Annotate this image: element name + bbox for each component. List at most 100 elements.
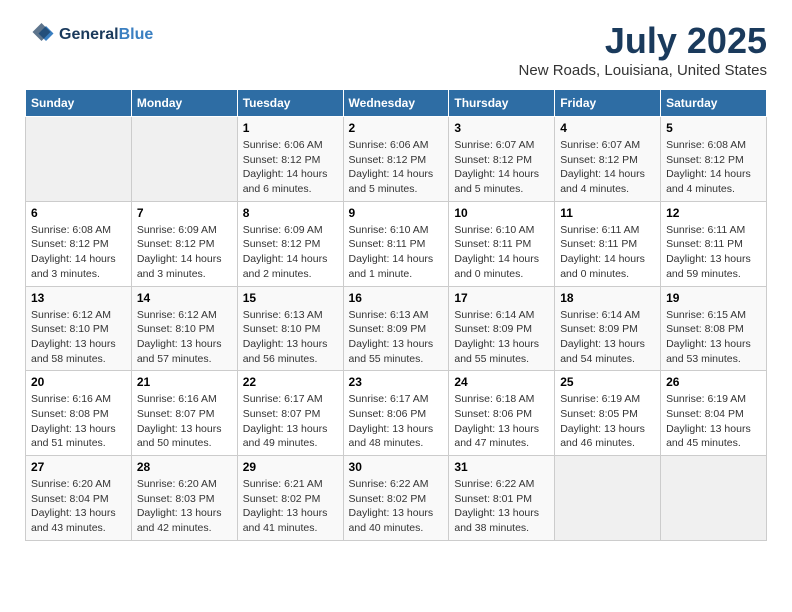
day-cell: 25 Sunrise: 6:19 AMSunset: 8:05 PMDayligh… bbox=[555, 371, 661, 456]
header-cell-monday: Monday bbox=[131, 90, 237, 117]
header-cell-tuesday: Tuesday bbox=[237, 90, 343, 117]
calendar-body: 1 Sunrise: 6:06 AMSunset: 8:12 PMDaylight… bbox=[26, 117, 767, 541]
day-number: 2 bbox=[349, 121, 444, 135]
day-number: 21 bbox=[137, 375, 232, 389]
day-number: 1 bbox=[243, 121, 338, 135]
day-number: 12 bbox=[666, 206, 761, 220]
day-cell bbox=[131, 117, 237, 202]
day-cell: 22Sunrise: 6:17 AMSunset: 8:07 PMDayligh… bbox=[237, 371, 343, 456]
day-cell: 17 Sunrise: 6:14 AMSunset: 8:09 PMDayligh… bbox=[449, 286, 555, 371]
day-cell bbox=[661, 456, 767, 541]
day-cell: 31 Sunrise: 6:22 AMSunset: 8:01 PMDayligh… bbox=[449, 456, 555, 541]
logo-icon bbox=[25, 20, 55, 50]
day-info: Sunrise: 6:09 AMSunset: 8:12 PMDaylight:… bbox=[243, 223, 338, 282]
day-info: Sunrise: 6:15 AMSunset: 8:08 PMDaylight:… bbox=[666, 308, 761, 367]
day-cell: 3 Sunrise: 6:07 AMSunset: 8:12 PMDaylight… bbox=[449, 117, 555, 202]
day-number: 8 bbox=[243, 206, 338, 220]
day-number: 19 bbox=[666, 291, 761, 305]
month-title: July 2025 bbox=[519, 20, 767, 62]
day-number: 17 bbox=[454, 291, 549, 305]
day-info: Sunrise: 6:20 AMSunset: 8:03 PMDaylight:… bbox=[137, 477, 232, 536]
day-cell: 29 Sunrise: 6:21 AMSunset: 8:02 PMDayligh… bbox=[237, 456, 343, 541]
calendar-header: SundayMondayTuesdayWednesdayThursdayFrid… bbox=[26, 90, 767, 117]
day-number: 26 bbox=[666, 375, 761, 389]
week-row-4: 20 Sunrise: 6:16 AMSunset: 8:08 PMDayligh… bbox=[26, 371, 767, 456]
day-info: Sunrise: 6:06 AMSunset: 8:12 PMDaylight:… bbox=[349, 138, 444, 197]
day-number: 14 bbox=[137, 291, 232, 305]
day-cell bbox=[26, 117, 132, 202]
day-info: Sunrise: 6:06 AMSunset: 8:12 PMDaylight:… bbox=[243, 138, 338, 197]
day-number: 30 bbox=[349, 460, 444, 474]
header-row: SundayMondayTuesdayWednesdayThursdayFrid… bbox=[26, 90, 767, 117]
day-number: 25 bbox=[560, 375, 655, 389]
day-cell: 20 Sunrise: 6:16 AMSunset: 8:08 PMDayligh… bbox=[26, 371, 132, 456]
day-info: Sunrise: 6:13 AMSunset: 8:09 PMDaylight:… bbox=[349, 308, 444, 367]
day-info: Sunrise: 6:19 AMSunset: 8:05 PMDaylight:… bbox=[560, 392, 655, 451]
day-cell: 15Sunrise: 6:13 AMSunset: 8:10 PMDayligh… bbox=[237, 286, 343, 371]
day-cell: 23 Sunrise: 6:17 AMSunset: 8:06 PMDayligh… bbox=[343, 371, 449, 456]
week-row-3: 13 Sunrise: 6:12 AMSunset: 8:10 PMDayligh… bbox=[26, 286, 767, 371]
day-info: Sunrise: 6:11 AMSunset: 8:11 PMDaylight:… bbox=[666, 223, 761, 282]
day-cell: 11 Sunrise: 6:11 AMSunset: 8:11 PMDayligh… bbox=[555, 201, 661, 286]
day-cell: 9 Sunrise: 6:10 AMSunset: 8:11 PMDaylight… bbox=[343, 201, 449, 286]
day-cell: 6 Sunrise: 6:08 AMSunset: 8:12 PMDaylight… bbox=[26, 201, 132, 286]
day-cell: 8 Sunrise: 6:09 AMSunset: 8:12 PMDaylight… bbox=[237, 201, 343, 286]
day-number: 24 bbox=[454, 375, 549, 389]
day-number: 28 bbox=[137, 460, 232, 474]
day-info: Sunrise: 6:09 AMSunset: 8:12 PMDaylight:… bbox=[137, 223, 232, 282]
day-cell: 26 Sunrise: 6:19 AMSunset: 8:04 PMDayligh… bbox=[661, 371, 767, 456]
day-cell: 13 Sunrise: 6:12 AMSunset: 8:10 PMDayligh… bbox=[26, 286, 132, 371]
week-row-1: 1 Sunrise: 6:06 AMSunset: 8:12 PMDaylight… bbox=[26, 117, 767, 202]
day-info: Sunrise: 6:19 AMSunset: 8:04 PMDaylight:… bbox=[666, 392, 761, 451]
day-cell: 24 Sunrise: 6:18 AMSunset: 8:06 PMDayligh… bbox=[449, 371, 555, 456]
week-row-5: 27Sunrise: 6:20 AMSunset: 8:04 PMDayligh… bbox=[26, 456, 767, 541]
day-cell bbox=[555, 456, 661, 541]
day-info: Sunrise: 6:17 AMSunset: 8:06 PMDaylight:… bbox=[349, 392, 444, 451]
day-cell: 21Sunrise: 6:16 AMSunset: 8:07 PMDayligh… bbox=[131, 371, 237, 456]
day-number: 4 bbox=[560, 121, 655, 135]
day-number: 20 bbox=[31, 375, 126, 389]
day-number: 11 bbox=[560, 206, 655, 220]
location-title: New Roads, Louisiana, United States bbox=[519, 62, 767, 79]
calendar-table: SundayMondayTuesdayWednesdayThursdayFrid… bbox=[25, 89, 767, 541]
day-cell: 19 Sunrise: 6:15 AMSunset: 8:08 PMDayligh… bbox=[661, 286, 767, 371]
header-cell-friday: Friday bbox=[555, 90, 661, 117]
day-cell: 2 Sunrise: 6:06 AMSunset: 8:12 PMDaylight… bbox=[343, 117, 449, 202]
day-number: 10 bbox=[454, 206, 549, 220]
day-number: 22 bbox=[243, 375, 338, 389]
day-info: Sunrise: 6:14 AMSunset: 8:09 PMDaylight:… bbox=[454, 308, 549, 367]
day-number: 23 bbox=[349, 375, 444, 389]
day-info: Sunrise: 6:07 AMSunset: 8:12 PMDaylight:… bbox=[454, 138, 549, 197]
day-number: 6 bbox=[31, 206, 126, 220]
day-info: Sunrise: 6:08 AMSunset: 8:12 PMDaylight:… bbox=[31, 223, 126, 282]
day-info: Sunrise: 6:14 AMSunset: 8:09 PMDaylight:… bbox=[560, 308, 655, 367]
page-header: GeneralBlue July 2025 New Roads, Louisia… bbox=[25, 20, 767, 79]
day-number: 13 bbox=[31, 291, 126, 305]
day-number: 29 bbox=[243, 460, 338, 474]
day-number: 18 bbox=[560, 291, 655, 305]
day-number: 7 bbox=[137, 206, 232, 220]
day-number: 9 bbox=[349, 206, 444, 220]
day-info: Sunrise: 6:11 AMSunset: 8:11 PMDaylight:… bbox=[560, 223, 655, 282]
day-cell: 27Sunrise: 6:20 AMSunset: 8:04 PMDayligh… bbox=[26, 456, 132, 541]
day-number: 31 bbox=[454, 460, 549, 474]
day-number: 3 bbox=[454, 121, 549, 135]
day-cell: 1 Sunrise: 6:06 AMSunset: 8:12 PMDaylight… bbox=[237, 117, 343, 202]
day-info: Sunrise: 6:16 AMSunset: 8:08 PMDaylight:… bbox=[31, 392, 126, 451]
day-info: Sunrise: 6:21 AMSunset: 8:02 PMDaylight:… bbox=[243, 477, 338, 536]
day-info: Sunrise: 6:12 AMSunset: 8:10 PMDaylight:… bbox=[31, 308, 126, 367]
day-info: Sunrise: 6:20 AMSunset: 8:04 PMDaylight:… bbox=[31, 477, 126, 536]
day-cell: 10Sunrise: 6:10 AMSunset: 8:11 PMDayligh… bbox=[449, 201, 555, 286]
day-cell: 12 Sunrise: 6:11 AMSunset: 8:11 PMDayligh… bbox=[661, 201, 767, 286]
day-info: Sunrise: 6:10 AMSunset: 8:11 PMDaylight:… bbox=[349, 223, 444, 282]
day-cell: 14Sunrise: 6:12 AMSunset: 8:10 PMDayligh… bbox=[131, 286, 237, 371]
day-info: Sunrise: 6:13 AMSunset: 8:10 PMDaylight:… bbox=[243, 308, 338, 367]
header-cell-sunday: Sunday bbox=[26, 90, 132, 117]
day-cell: 7 Sunrise: 6:09 AMSunset: 8:12 PMDaylight… bbox=[131, 201, 237, 286]
logo: GeneralBlue bbox=[25, 20, 153, 50]
day-cell: 30 Sunrise: 6:22 AMSunset: 8:02 PMDayligh… bbox=[343, 456, 449, 541]
day-info: Sunrise: 6:22 AMSunset: 8:01 PMDaylight:… bbox=[454, 477, 549, 536]
day-cell: 4Sunrise: 6:07 AMSunset: 8:12 PMDaylight… bbox=[555, 117, 661, 202]
day-info: Sunrise: 6:18 AMSunset: 8:06 PMDaylight:… bbox=[454, 392, 549, 451]
day-info: Sunrise: 6:22 AMSunset: 8:02 PMDaylight:… bbox=[349, 477, 444, 536]
